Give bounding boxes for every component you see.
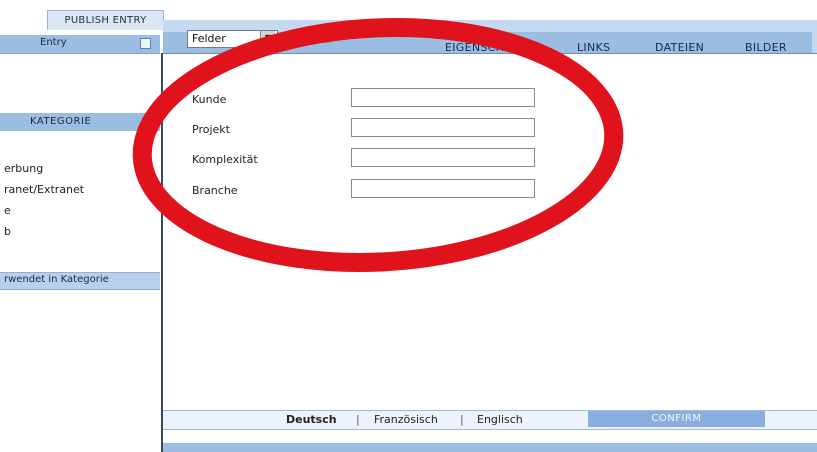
sidebar-item-e[interactable]: e [4,204,11,217]
verwendet-in-kategorie-label: rwendet in Kategorie [4,274,109,285]
branche-field[interactable] [351,179,535,198]
language-englisch[interactable]: Englisch [477,413,523,426]
branche-label: Branche [192,184,238,197]
kunde-field[interactable] [351,88,535,107]
entry-header-label: Entry [40,37,67,48]
kunde-label: Kunde [192,93,227,106]
publish-entry-tab[interactable]: PUBLISH ENTRY [47,10,164,30]
sidebar-item-b[interactable]: b [4,225,11,238]
ok-button[interactable]: OK [303,31,331,43]
fields-select-value: Felder [192,32,226,45]
komplexitaet-label: Komplexität [192,153,258,166]
sidebar-divider [161,53,163,452]
toolbar-edge [812,20,817,54]
footer-bar [163,443,817,452]
sidebar [0,30,162,452]
kategorie-header-label: KATEGORIE [30,116,92,127]
window-icon[interactable] [140,38,151,49]
projekt-field[interactable] [351,118,535,137]
entry-header[interactable] [0,35,160,54]
sidebar-item-intranet-extranet[interactable]: ranet/Extranet [4,183,84,196]
language-deutsch[interactable]: Deutsch [286,413,337,426]
annotation-ellipse [132,18,624,272]
language-separator: | [356,413,360,426]
confirm-button[interactable]: CONFIRM [588,411,765,427]
chevron-down-icon[interactable]: ▼ [260,31,275,45]
toolbar-divider [163,53,817,54]
language-separator: | [460,413,464,426]
language-franzoesisch[interactable]: Französisch [374,413,438,426]
sidebar-item-werbung[interactable]: erbung [4,162,43,175]
projekt-label: Projekt [192,123,230,136]
komplexitaet-field[interactable] [351,148,535,167]
